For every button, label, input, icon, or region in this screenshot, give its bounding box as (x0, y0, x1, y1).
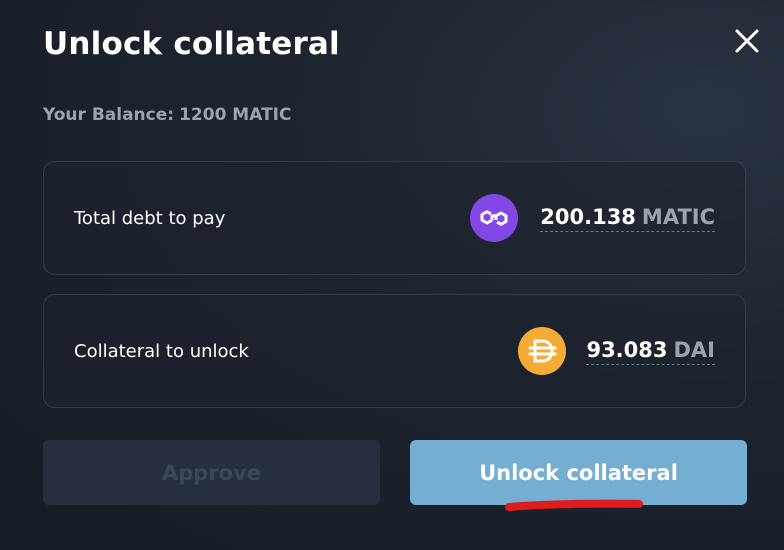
collateral-amount-unit: DAI (673, 338, 716, 362)
collateral-value: 93.083 DAI (518, 295, 715, 407)
debt-amount-number: 200.138 (540, 205, 636, 229)
balance-value: 1200 MATIC (179, 105, 292, 125)
balance-label: Your Balance: (43, 105, 175, 125)
modal-title: Unlock collateral (43, 26, 340, 62)
dai-token-icon (518, 327, 567, 375)
unlock-collateral-button[interactable]: Unlock collateral (410, 440, 747, 505)
debt-amount-unit: MATIC (641, 205, 715, 229)
matic-token-icon (470, 194, 519, 242)
approve-button[interactable]: Approve (43, 440, 380, 505)
close-icon[interactable] (732, 26, 762, 56)
total-debt-card: Total debt to pay 200.138 MATIC (43, 161, 746, 275)
annotation-underline-mark (505, 499, 643, 511)
total-debt-value: 200.138 MATIC (470, 162, 715, 274)
collateral-card: Collateral to unlock 93.083 DAI (43, 294, 746, 408)
unlock-collateral-modal: Unlock collateral Your Balance: 1200 MATI… (0, 0, 784, 550)
balance-row: Your Balance: 1200 MATIC (43, 105, 291, 125)
collateral-amount-number: 93.083 (586, 338, 668, 362)
collateral-amount[interactable]: 93.083 DAI (586, 337, 715, 365)
collateral-label: Collateral to unlock (74, 340, 249, 362)
total-debt-label: Total debt to pay (74, 207, 226, 229)
total-debt-amount[interactable]: 200.138 MATIC (540, 204, 715, 232)
